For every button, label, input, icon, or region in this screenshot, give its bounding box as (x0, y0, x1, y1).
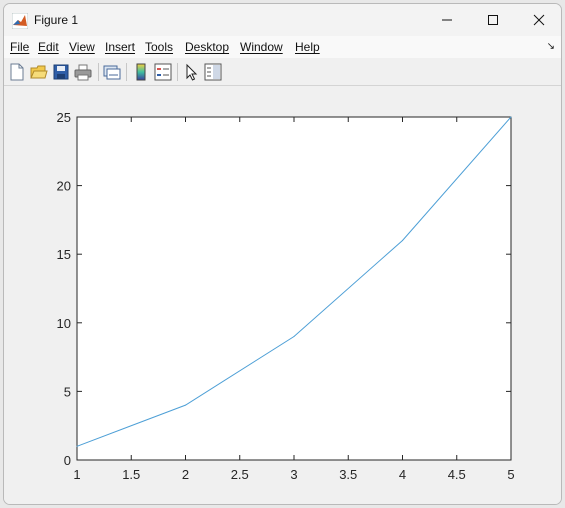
print-icon (74, 64, 92, 81)
plot-area (76, 116, 512, 461)
y-tick-label: 10 (57, 316, 71, 331)
menu-view[interactable]: View (69, 40, 95, 54)
x-tick-label: 2 (182, 467, 189, 482)
menu-tools[interactable]: Tools (145, 40, 173, 54)
menu-insert[interactable]: Insert (105, 40, 135, 54)
y-tick-label: 15 (57, 247, 71, 262)
property-inspector-button[interactable] (204, 63, 222, 81)
insert-colorbar-icon (136, 63, 146, 81)
x-tick-label: 3 (290, 467, 297, 482)
menu-help[interactable]: Help (295, 40, 320, 54)
insert-legend-button[interactable] (154, 63, 172, 81)
property-inspector-icon (204, 63, 222, 81)
save-button[interactable] (52, 63, 70, 81)
save-icon (53, 64, 69, 80)
menu-window[interactable]: Window (240, 40, 283, 54)
data-point (293, 336, 295, 338)
minimize-icon (442, 19, 452, 21)
menu-file[interactable]: File (10, 40, 29, 54)
open-file-button[interactable] (30, 63, 48, 81)
link-plot-icon (103, 65, 121, 80)
new-figure-button[interactable] (8, 63, 26, 81)
x-tick-label: 1 (73, 467, 80, 482)
open-file-icon (30, 65, 48, 79)
close-button[interactable] (516, 4, 561, 36)
x-tick-label: 4 (399, 467, 406, 482)
menu-edit[interactable]: Edit (38, 40, 59, 54)
data-point (402, 239, 403, 241)
toolbar-separator (98, 63, 99, 81)
toolbar-separator (177, 63, 178, 81)
y-tick-label: 5 (64, 384, 71, 399)
matlab-logo-icon (12, 13, 28, 29)
x-tick-label: 1.5 (122, 467, 140, 482)
line-chart[interactable]: 1 1.5 2 2.5 3 3.5 4 4.5 5 0 5 10 15 20 25 (4, 86, 561, 504)
menu-desktop[interactable]: Desktop (185, 40, 229, 54)
edit-plot-arrow-icon (186, 63, 198, 81)
maximize-icon (488, 15, 498, 25)
x-tick-label: 4.5 (448, 467, 466, 482)
figure-canvas: 1 1.5 2 2.5 3 3.5 4 4.5 5 0 5 10 15 20 25 (4, 86, 561, 504)
insert-colorbar-button[interactable] (132, 63, 150, 81)
data-point (185, 404, 186, 406)
maximize-button[interactable] (470, 4, 516, 36)
menu-overflow-arrow-icon[interactable]: ↘ (547, 41, 555, 52)
data-point (510, 116, 512, 118)
insert-legend-icon (154, 63, 172, 81)
toolbar-separator (126, 63, 127, 81)
link-plot-button[interactable] (103, 63, 121, 81)
new-figure-icon (10, 63, 24, 81)
y-tick-label: 25 (57, 110, 71, 125)
edit-plot-button[interactable] (183, 63, 201, 81)
data-point (76, 445, 78, 447)
y-tick-label: 20 (57, 179, 71, 194)
minimize-button[interactable] (424, 4, 470, 36)
figure-window: Figure 1 File Edit View Insert Tools Des… (3, 3, 562, 505)
x-tick-label: 5 (507, 467, 514, 482)
close-icon (533, 14, 545, 26)
window-title: Figure 1 (34, 13, 79, 27)
figure-toolbar (4, 58, 561, 86)
y-tick-label: 0 (64, 453, 71, 468)
menu-bar: File Edit View Insert Tools Desktop Wind… (4, 36, 561, 58)
print-button[interactable] (74, 63, 92, 81)
x-tick-label: 2.5 (231, 467, 249, 482)
title-bar[interactable]: Figure 1 (4, 4, 561, 36)
x-tick-label: 3.5 (339, 467, 357, 482)
